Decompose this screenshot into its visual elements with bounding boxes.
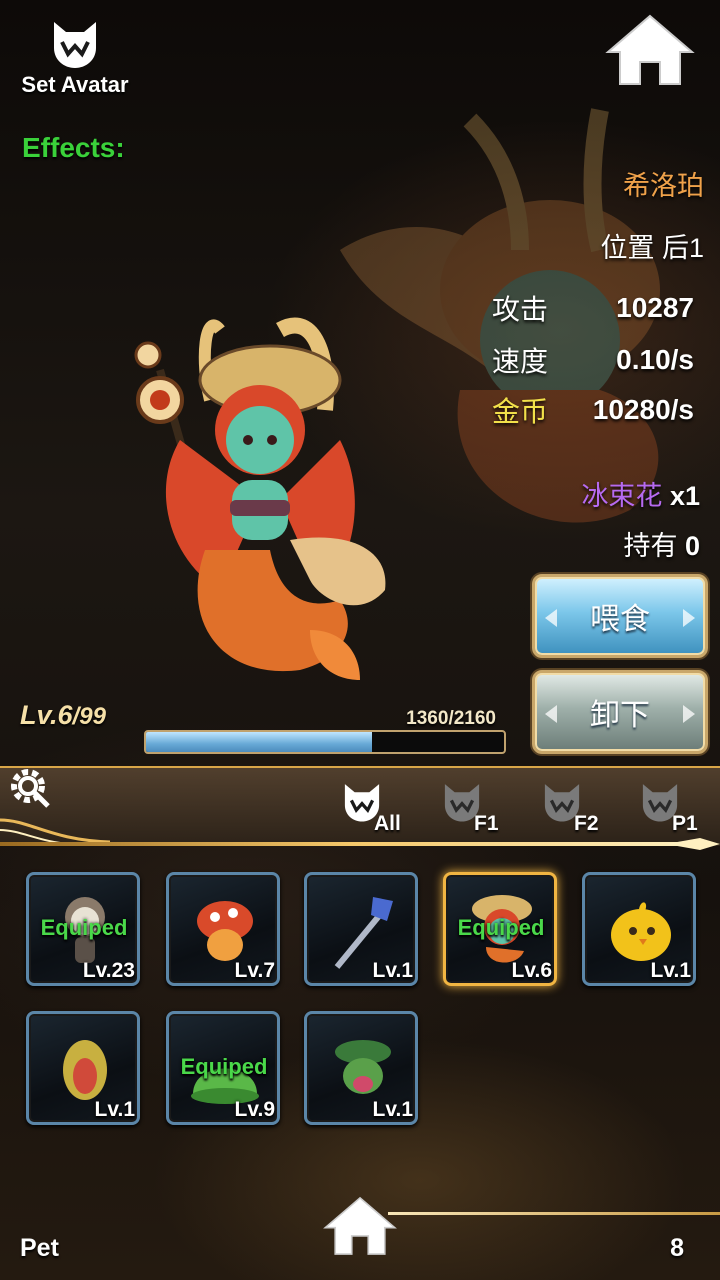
unequip-button[interactable]: 卸下: [532, 670, 708, 754]
equipped-label: Equiped: [40, 915, 128, 940]
gear-icon: [11, 769, 50, 808]
pet-tab-label: Pet: [20, 1234, 59, 1262]
pet-slot-level: Lv.6: [511, 959, 552, 982]
pet-level: Lv.6/99: [20, 700, 106, 731]
bottom-divider: [388, 1212, 720, 1215]
stat-value-attack: 10287: [616, 292, 694, 323]
pet-level-value: Lv.6: [20, 700, 73, 730]
home-icon: [323, 1196, 397, 1255]
home-button-top[interactable]: [604, 12, 696, 88]
feed-item-name: 冰束花: [581, 481, 663, 511]
pet-slot[interactable]: Lv.1: [304, 872, 418, 986]
owned-line: 持有 0: [480, 524, 700, 563]
filter-tab-f2[interactable]: F2: [540, 780, 620, 836]
pet-slot-level: Lv.1: [372, 959, 413, 982]
pet-slot-level: Lv.1: [372, 1098, 413, 1121]
filter-tab-label: All: [374, 812, 401, 835]
filter-tab-p1[interactable]: P1: [638, 780, 718, 836]
pet-slot-level: Lv.23: [82, 959, 135, 982]
unequip-button-label: 卸下: [590, 699, 650, 732]
pet-slot[interactable]: Equiped Lv.9: [166, 1011, 280, 1125]
pet-position: 位置 后1: [600, 233, 704, 263]
filter-divider: [0, 842, 700, 846]
filter-tab-label: P1: [672, 812, 698, 835]
wolf-head-icon: [54, 22, 96, 68]
owned-count: 0: [684, 531, 700, 561]
filter-divider-tip: [666, 838, 720, 850]
pet-slot-selected[interactable]: Equiped Lv.6: [443, 872, 557, 986]
pet-slot-level: Lv.9: [234, 1098, 275, 1121]
pet-slot-level: Lv.7: [234, 959, 275, 982]
filter-tab-all[interactable]: All: [340, 780, 420, 836]
feed-button[interactable]: 喂食: [532, 574, 708, 658]
arrow-left-icon: [545, 705, 557, 723]
pet-slot-level: Lv.1: [650, 959, 691, 982]
settings-button[interactable]: [6, 764, 52, 810]
filter-tab-label: F1: [474, 812, 499, 835]
filter-tab-label: F2: [574, 812, 599, 835]
owned-label: 持有: [623, 531, 678, 561]
stat-label-speed: 速度: [492, 346, 549, 377]
feed-button-label: 喂食: [590, 603, 650, 636]
effects-label: Effects:: [22, 132, 125, 163]
pet-slot[interactable]: Lv.1: [582, 872, 696, 986]
pet-slot-level: Lv.1: [94, 1098, 135, 1121]
equipped-label: Equiped: [457, 915, 545, 940]
feed-item-count: x1: [669, 481, 700, 511]
pet-slot[interactable]: Lv.7: [166, 872, 280, 986]
stat-label-attack: 攻击: [492, 294, 549, 325]
exp-bar-fill: [146, 732, 372, 752]
filter-tab-f1[interactable]: F1: [440, 780, 520, 836]
stat-value-speed: 0.10/s: [616, 344, 694, 375]
equipped-label: Equiped: [180, 1054, 268, 1079]
pet-portrait: [134, 317, 386, 680]
home-icon: [605, 14, 695, 85]
pet-name: 希洛珀: [623, 171, 704, 201]
pet-slot[interactable]: Lv.1: [26, 1011, 140, 1125]
set-avatar-button[interactable]: Set Avatar: [14, 18, 136, 110]
set-avatar-label: Set Avatar: [21, 72, 129, 97]
exp-bar: [144, 730, 506, 754]
stat-value-gold: 10280/s: [592, 394, 694, 425]
arrow-left-icon: [545, 609, 557, 627]
exp-text: 1360/2160: [406, 708, 496, 729]
pet-count: 8: [670, 1234, 684, 1262]
home-button-bottom[interactable]: [322, 1192, 398, 1260]
pet-slot[interactable]: Equiped Lv.23: [26, 872, 140, 986]
pet-level-max: /99: [72, 703, 106, 730]
arrow-right-icon: [683, 705, 695, 723]
pet-slot[interactable]: Lv.1: [304, 1011, 418, 1125]
feed-item-line: 冰束花 x1: [480, 474, 700, 513]
arrow-right-icon: [683, 609, 695, 627]
